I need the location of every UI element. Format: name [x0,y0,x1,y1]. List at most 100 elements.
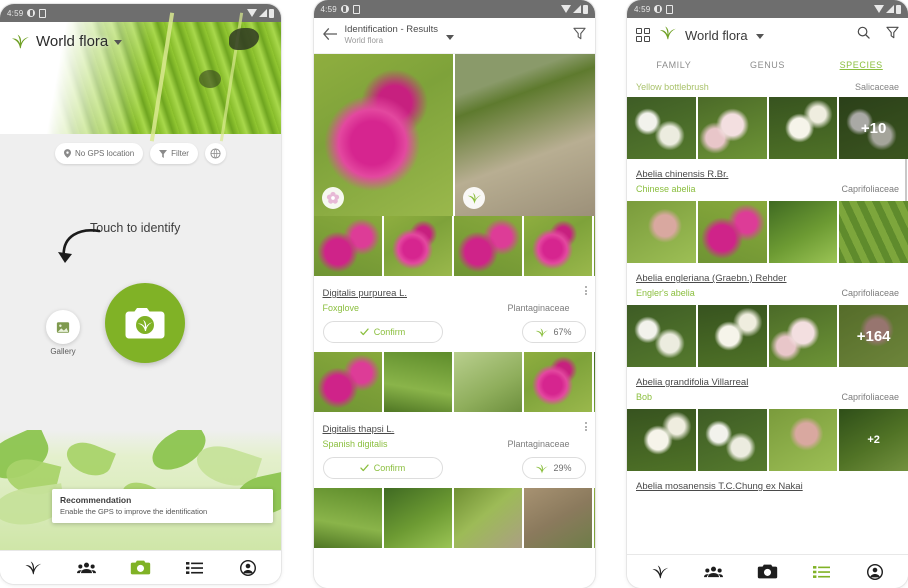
species-image-strip[interactable]: +10 [627,97,908,159]
similar-images-strip[interactable] [313,216,595,276]
wifi-icon [247,9,257,17]
species-scientific-name[interactable]: Abelia engleriana (Graebn.) Rehder [636,273,787,284]
search-icon[interactable] [857,26,870,44]
globe-icon [210,148,221,159]
phone-screen-results: 4:59 Identification - Results World flor… [313,0,595,588]
wifi-icon [560,5,571,13]
species-list-item[interactable]: Abelia engleriana (Graebn.) Rehder Engle… [627,263,908,305]
leaf-icon [467,193,481,204]
more-images-badge[interactable]: +10 [839,97,908,159]
species-common-name: Foxglove [322,303,360,313]
confirm-button[interactable]: Confirm [322,457,443,479]
list-subheader: Yellow bottlebrush Salicaceae [627,78,908,97]
community-icon [77,562,97,573]
status-bar: 4:59 [313,0,595,18]
alarm-icon [340,5,349,13]
gps-location-chip[interactable]: No GPS location [55,143,144,164]
subheader-family: Salicaceae [854,82,899,92]
species-common-name: Bob [636,392,653,402]
nav-item-camera[interactable] [747,559,787,585]
location-pin-icon [64,149,72,158]
battery-icon [582,4,588,14]
nav-item-community[interactable] [694,559,734,585]
confidence-score: 67% [553,327,572,337]
chevron-down-icon[interactable] [445,34,454,40]
tab-family[interactable]: FAMILY [627,52,721,78]
overflow-menu-icon[interactable] [584,422,587,431]
species-scientific-name[interactable]: Abelia mosanensis T.C.Chung ex Nakai [636,481,803,492]
species-image-strip[interactable] [627,201,908,263]
nav-item-account[interactable] [855,559,895,585]
status-bar-time: 4:59 [634,4,651,14]
species-scientific-name[interactable]: Abelia grandifolia Villarreal [636,377,748,388]
species-image-strip[interactable]: +164 [627,305,908,367]
tab-species[interactable]: SPECIES [814,52,908,78]
back-arrow-icon[interactable] [322,27,338,45]
nav-item-plant[interactable] [13,555,53,581]
species-list-item[interactable]: Abelia mosanensis T.C.Chung ex Nakai [627,471,908,501]
species-common-name: Engler's abelia [636,288,695,298]
species-image-strip[interactable]: +2 [627,409,908,471]
leaf-icon [536,327,549,338]
species-scientific-name[interactable]: Digitalis purpurea L. [323,288,408,299]
account-icon [240,559,257,576]
nav-item-list[interactable] [801,559,841,585]
species-common-name: Spanish digitalis [322,439,388,449]
gallery-button[interactable] [46,310,80,344]
confidence-score-button[interactable]: 29% [521,457,586,479]
camera-icon [125,308,165,339]
species-list-item[interactable]: Abelia chinensis R.Br. Chinese abelia Ca… [627,159,908,201]
phone-screen-home: 4:59 World flora No GPS location Filter … [0,4,281,584]
flower-icon [326,191,339,204]
species-scientific-name[interactable]: Abelia chinensis R.Br. [636,169,728,180]
results-app-bar: Identification - Results World flora [313,18,595,54]
nav-item-account[interactable] [228,555,268,581]
grid-view-icon[interactable] [636,28,650,42]
taxonomy-tabs: FAMILY GENUS SPECIES [627,52,908,78]
similar-images-strip[interactable] [313,488,595,548]
nav-item-plant[interactable] [640,559,680,585]
camera-icon [757,564,778,579]
chevron-down-icon[interactable] [114,40,123,45]
gallery-control[interactable]: Gallery [46,310,80,356]
filter-chip[interactable]: Filter [150,143,198,164]
query-photo-leaf[interactable] [455,54,595,216]
filter-icon[interactable] [572,27,586,45]
recommendation-snackbar[interactable]: Recommendation Enable the GPS to improve… [52,489,273,523]
similar-images-strip[interactable] [313,352,595,412]
species-family: Caprifoliaceae [841,392,899,402]
world-flora-chip[interactable] [204,143,226,164]
overflow-menu-icon[interactable] [584,286,587,295]
status-bar-time: 4:59 [7,8,24,18]
species-family: Plantaginaceae [507,303,570,313]
confirm-button[interactable]: Confirm [322,321,443,343]
signal-icon [259,9,267,17]
query-photo-flower[interactable] [313,54,453,216]
filter-icon[interactable] [886,26,899,44]
filter-chip-label: Filter [171,149,189,158]
camera-capture-button[interactable] [105,283,185,363]
species-scroll-area[interactable]: +10 Abelia chinensis R.Br. Chinese abeli… [627,97,908,554]
confidence-score-button[interactable]: 67% [521,321,586,343]
nav-item-community[interactable] [67,555,107,581]
chevron-down-icon[interactable] [755,34,764,39]
plant-icon [652,565,669,579]
gallery-label: Gallery [50,347,76,356]
confirm-label: Confirm [373,463,406,473]
sim-icon [352,4,360,14]
results-scroll-area[interactable]: Digitalis purpurea L. Foxglove Plantagin… [313,54,595,588]
species-list-item[interactable]: Abelia grandifolia Villarreal Bob Caprif… [627,367,908,409]
gps-chip-label: No GPS location [75,149,135,158]
filter-icon [159,149,168,158]
home-body: Touch to identify Gallery Recommendation… [0,173,281,550]
signal-icon [886,5,894,13]
more-images-badge[interactable]: +2 [839,409,908,471]
result-card: Digitalis thapsi L. Spanish digitalis Pl… [313,412,595,488]
nav-item-camera[interactable] [120,555,160,581]
tab-genus[interactable]: GENUS [721,52,815,78]
nav-item-list[interactable] [174,555,214,581]
species-scientific-name[interactable]: Digitalis thapsi L. [323,424,395,435]
more-images-badge[interactable]: +164 [839,305,908,367]
alarm-icon [654,5,663,13]
check-icon [360,464,369,472]
